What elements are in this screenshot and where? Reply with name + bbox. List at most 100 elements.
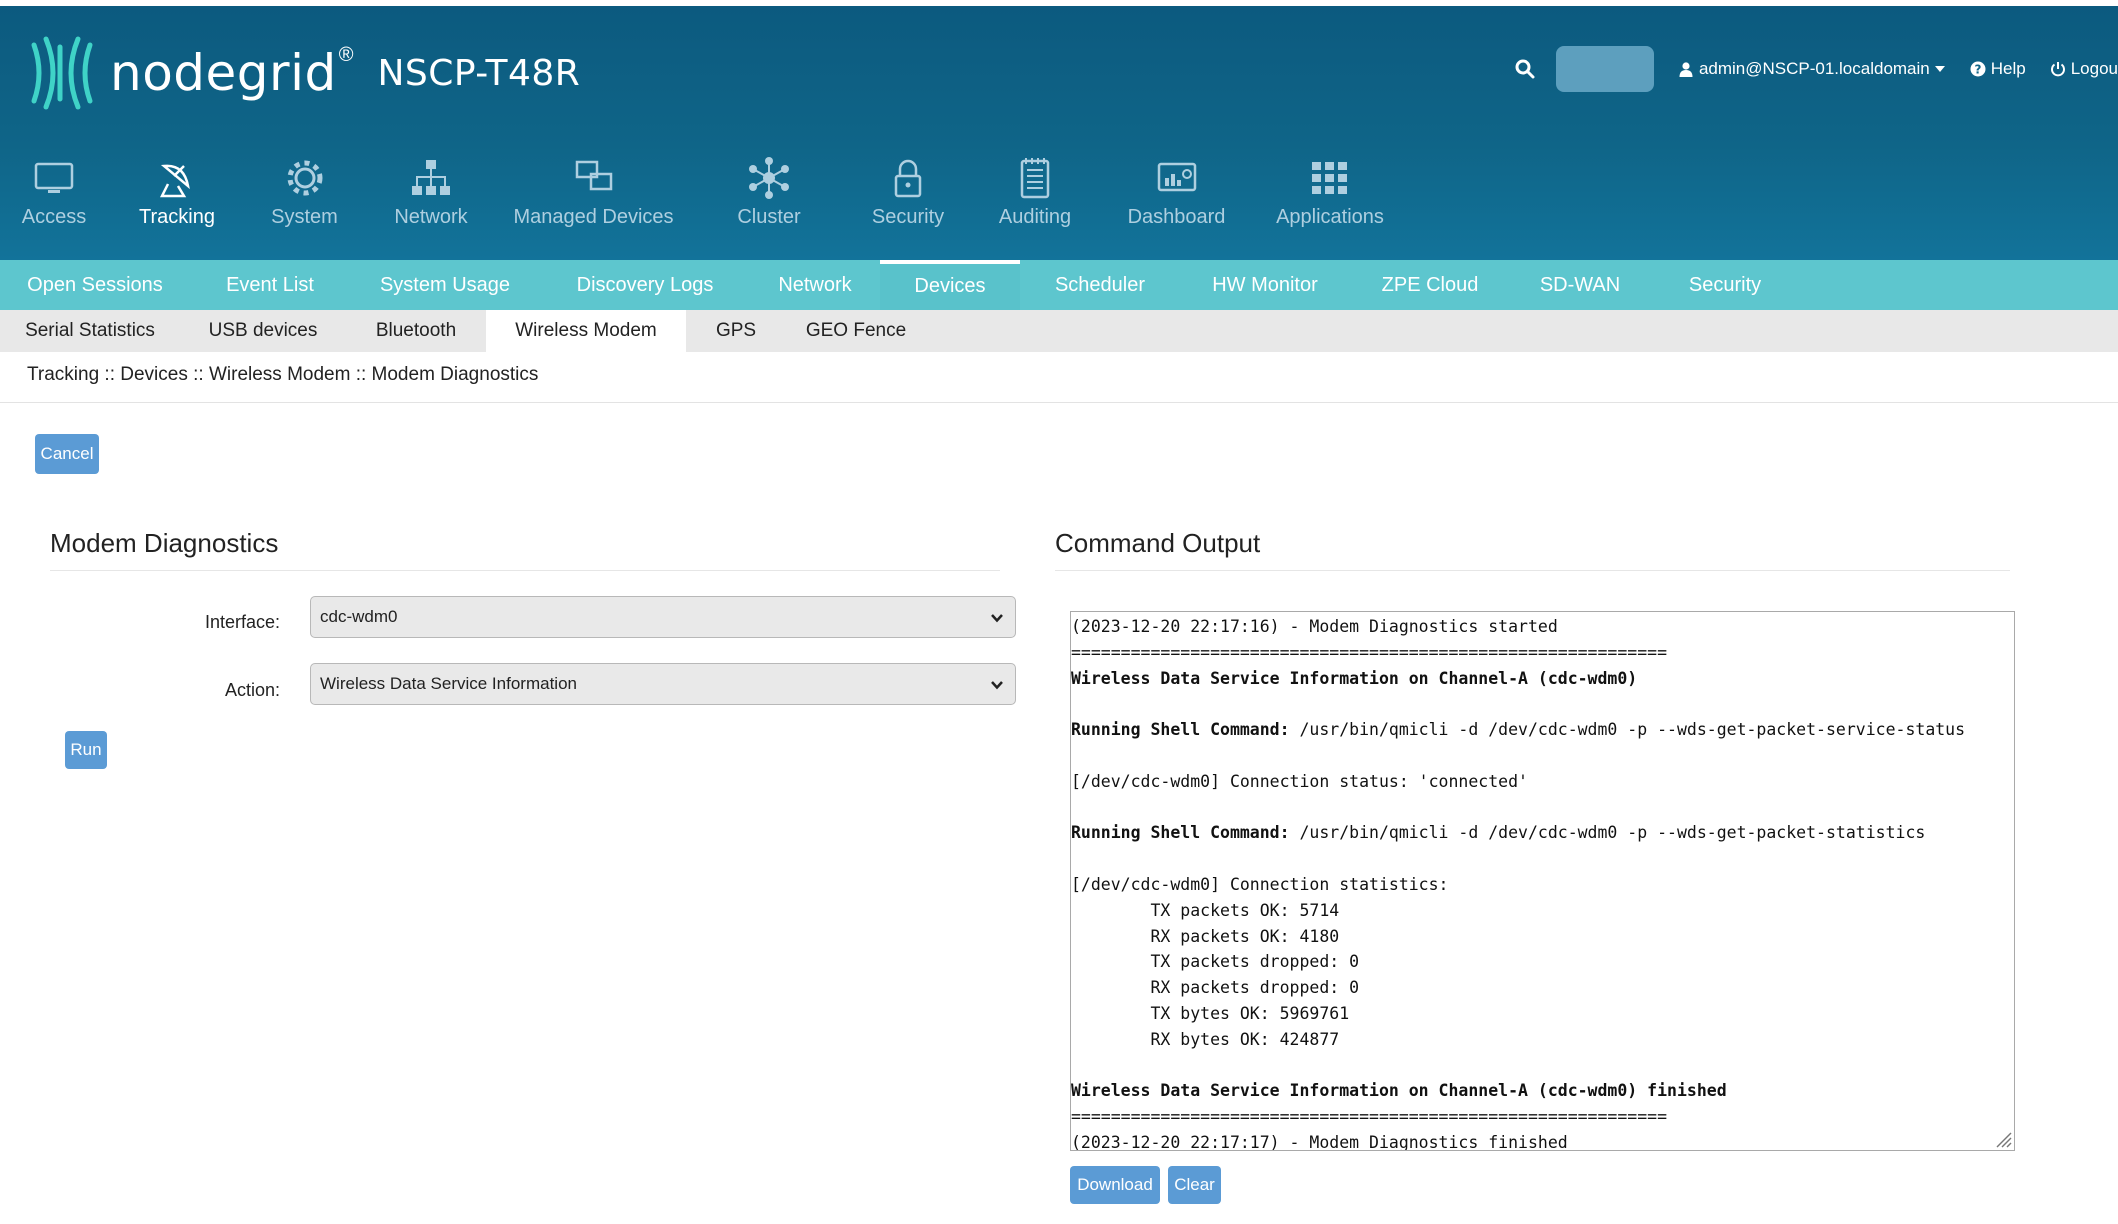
brand-logo[interactable]: nodegrid ® NSCP-T48R [26, 30, 580, 116]
output-line-text: ========================================… [1071, 1107, 1668, 1127]
output-line: ========================================… [1071, 1104, 2014, 1130]
tab-hw-monitor[interactable]: HW Monitor [1180, 260, 1350, 310]
nav-label: Managed Devices [513, 206, 674, 228]
notepad-icon [1020, 158, 1050, 199]
clear-button[interactable]: Clear [1168, 1166, 1221, 1204]
tab-scheduler[interactable]: Scheduler [1020, 260, 1180, 310]
chevron-down-icon [991, 681, 1003, 690]
tab-discovery-logs[interactable]: Discovery Logs [540, 260, 750, 310]
output-line: [/dev/cdc-wdm0] Connection status: 'conn… [1071, 769, 2014, 795]
nav-label: Network [394, 206, 468, 228]
output-line: Running Shell Command: /usr/bin/qmicli -… [1071, 820, 2014, 846]
nav-applications[interactable]: Applications [1249, 156, 1411, 229]
nav-label: System [271, 206, 338, 228]
nav-managed-devices[interactable]: Managed Devices [499, 156, 688, 229]
output-line: Wireless Data Service Information on Cha… [1071, 1078, 2014, 1104]
tab-security[interactable]: Security [1650, 260, 1800, 310]
device-model: NSCP-T48R [377, 52, 581, 94]
action-select[interactable]: Wireless Data Service Information [310, 663, 1016, 705]
help-link[interactable]: ? Help [1970, 59, 2026, 79]
output-line: TX bytes OK: 5969761 [1071, 1001, 2014, 1027]
help-label: Help [1990, 59, 2026, 78]
output-line-bold: Wireless Data Service Information on Cha… [1071, 668, 1638, 688]
devices-icon [575, 160, 612, 191]
output-line: TX packets OK: 5714 [1071, 898, 2014, 924]
resize-grip-icon[interactable] [1994, 1130, 2012, 1148]
nav-label: Cluster [737, 206, 801, 228]
nav-cluster[interactable]: Cluster [688, 156, 850, 229]
nav-label: Dashboard [1127, 206, 1226, 228]
interface-value: cdc-wdm0 [320, 607, 398, 626]
nav-dashboard[interactable]: Dashboard [1104, 156, 1249, 229]
search-icon[interactable] [1514, 58, 1536, 80]
tab-bluetooth[interactable]: Bluetooth [346, 310, 486, 352]
nav-access[interactable]: Access [0, 156, 108, 229]
output-line: RX bytes OK: 424877 [1071, 1027, 2014, 1053]
tab-serial-statistics[interactable]: Serial Statistics [0, 310, 180, 352]
svg-text:?: ? [1974, 63, 1981, 77]
output-line: (2023-12-20 22:17:17) - Modem Diagnostic… [1071, 1130, 2014, 1151]
tab-sd-wan[interactable]: SD-WAN [1510, 260, 1650, 310]
output-line: (2023-12-20 22:17:16) - Modem Diagnostic… [1071, 614, 2014, 640]
help-icon: ? [1970, 61, 1986, 77]
tab-devices[interactable]: Devices [880, 260, 1020, 314]
nav-system[interactable]: System [246, 156, 363, 229]
grid-icon [1312, 162, 1347, 194]
command-output-textarea[interactable]: (2023-12-20 22:17:16) - Modem Diagnostic… [1070, 611, 2015, 1151]
power-icon [2050, 62, 2065, 77]
brand-name: nodegrid [110, 44, 337, 102]
tab-geo-fence[interactable]: GEO Fence [786, 310, 926, 352]
output-line: Wireless Data Service Information on Cha… [1071, 666, 2014, 692]
nav-auditing[interactable]: Auditing [966, 156, 1104, 229]
app-header: nodegrid ® NSCP-T48R admin@NSCP-01.locald… [0, 6, 2118, 260]
command-output-title: Command Output [1055, 528, 1261, 558]
tab-gps[interactable]: GPS [686, 310, 786, 352]
output-line: [/dev/cdc-wdm0] Connection statistics: [1071, 872, 2014, 898]
output-line-text: [/dev/cdc-wdm0] Connection statistics: [1071, 874, 1449, 894]
tab-open-sessions[interactable]: Open Sessions [0, 260, 190, 310]
nav-label: Access [21, 206, 87, 228]
cancel-button[interactable]: Cancel [35, 434, 99, 474]
output-line-text: TX packets OK: 5714 [1071, 900, 1340, 920]
tab-event-list[interactable]: Event List [190, 260, 350, 310]
tab-wireless-modem[interactable]: Wireless Modem [486, 310, 686, 352]
user-menu[interactable]: admin@NSCP-01.localdomain [1678, 59, 1946, 79]
interface-label: Interface: [204, 612, 280, 632]
user-label: admin@NSCP-01.localdomain [1698, 59, 1930, 78]
monitor-icon [34, 162, 74, 193]
tab-system-usage[interactable]: System Usage [350, 260, 540, 310]
logout-label: Logou [2070, 59, 2118, 78]
nav-label: Tracking [139, 206, 215, 228]
search-input[interactable] [1555, 46, 1654, 92]
interface-select[interactable]: cdc-wdm0 [310, 596, 1016, 638]
tab-network[interactable]: Network [750, 260, 880, 310]
divider [0, 402, 2118, 403]
modem-diagnostics-title: Modem Diagnostics [50, 528, 279, 558]
output-line-text: TX bytes OK: 5969761 [1071, 1003, 1350, 1023]
tracking-subnav: Open Sessions Event List System Usage Di… [0, 260, 2118, 314]
network-tree-icon [412, 160, 450, 195]
nav-label: Applications [1276, 206, 1384, 228]
output-line-bold: Wireless Data Service Information on Cha… [1071, 1081, 1727, 1101]
tab-zpe-cloud[interactable]: ZPE Cloud [1350, 260, 1510, 310]
output-line-text: RX bytes OK: 424877 [1071, 1029, 1340, 1049]
run-button[interactable]: Run [65, 731, 107, 769]
logout-link[interactable]: Logou [2050, 59, 2118, 79]
nav-security[interactable]: Security [850, 156, 966, 229]
cluster-icon [749, 157, 789, 199]
download-button[interactable]: Download [1070, 1166, 1160, 1204]
breadcrumb: Tracking :: Devices :: Wireless Modem ::… [27, 364, 539, 385]
output-line-text: (2023-12-20 22:17:17) - Modem Diagnostic… [1071, 1132, 1568, 1151]
output-line: ========================================… [1071, 640, 2014, 666]
registered-mark: ® [338, 43, 354, 66]
user-icon [1679, 62, 1693, 77]
divider [1055, 570, 2010, 571]
nav-tracking[interactable]: Tracking [108, 156, 246, 229]
nav-network[interactable]: Network [363, 156, 499, 229]
nav-label: Auditing [998, 206, 1072, 228]
output-line-text: [/dev/cdc-wdm0] Connection status: 'conn… [1071, 771, 1528, 791]
tab-usb-devices[interactable]: USB devices [180, 310, 346, 352]
caret-down-icon [1934, 66, 1945, 72]
